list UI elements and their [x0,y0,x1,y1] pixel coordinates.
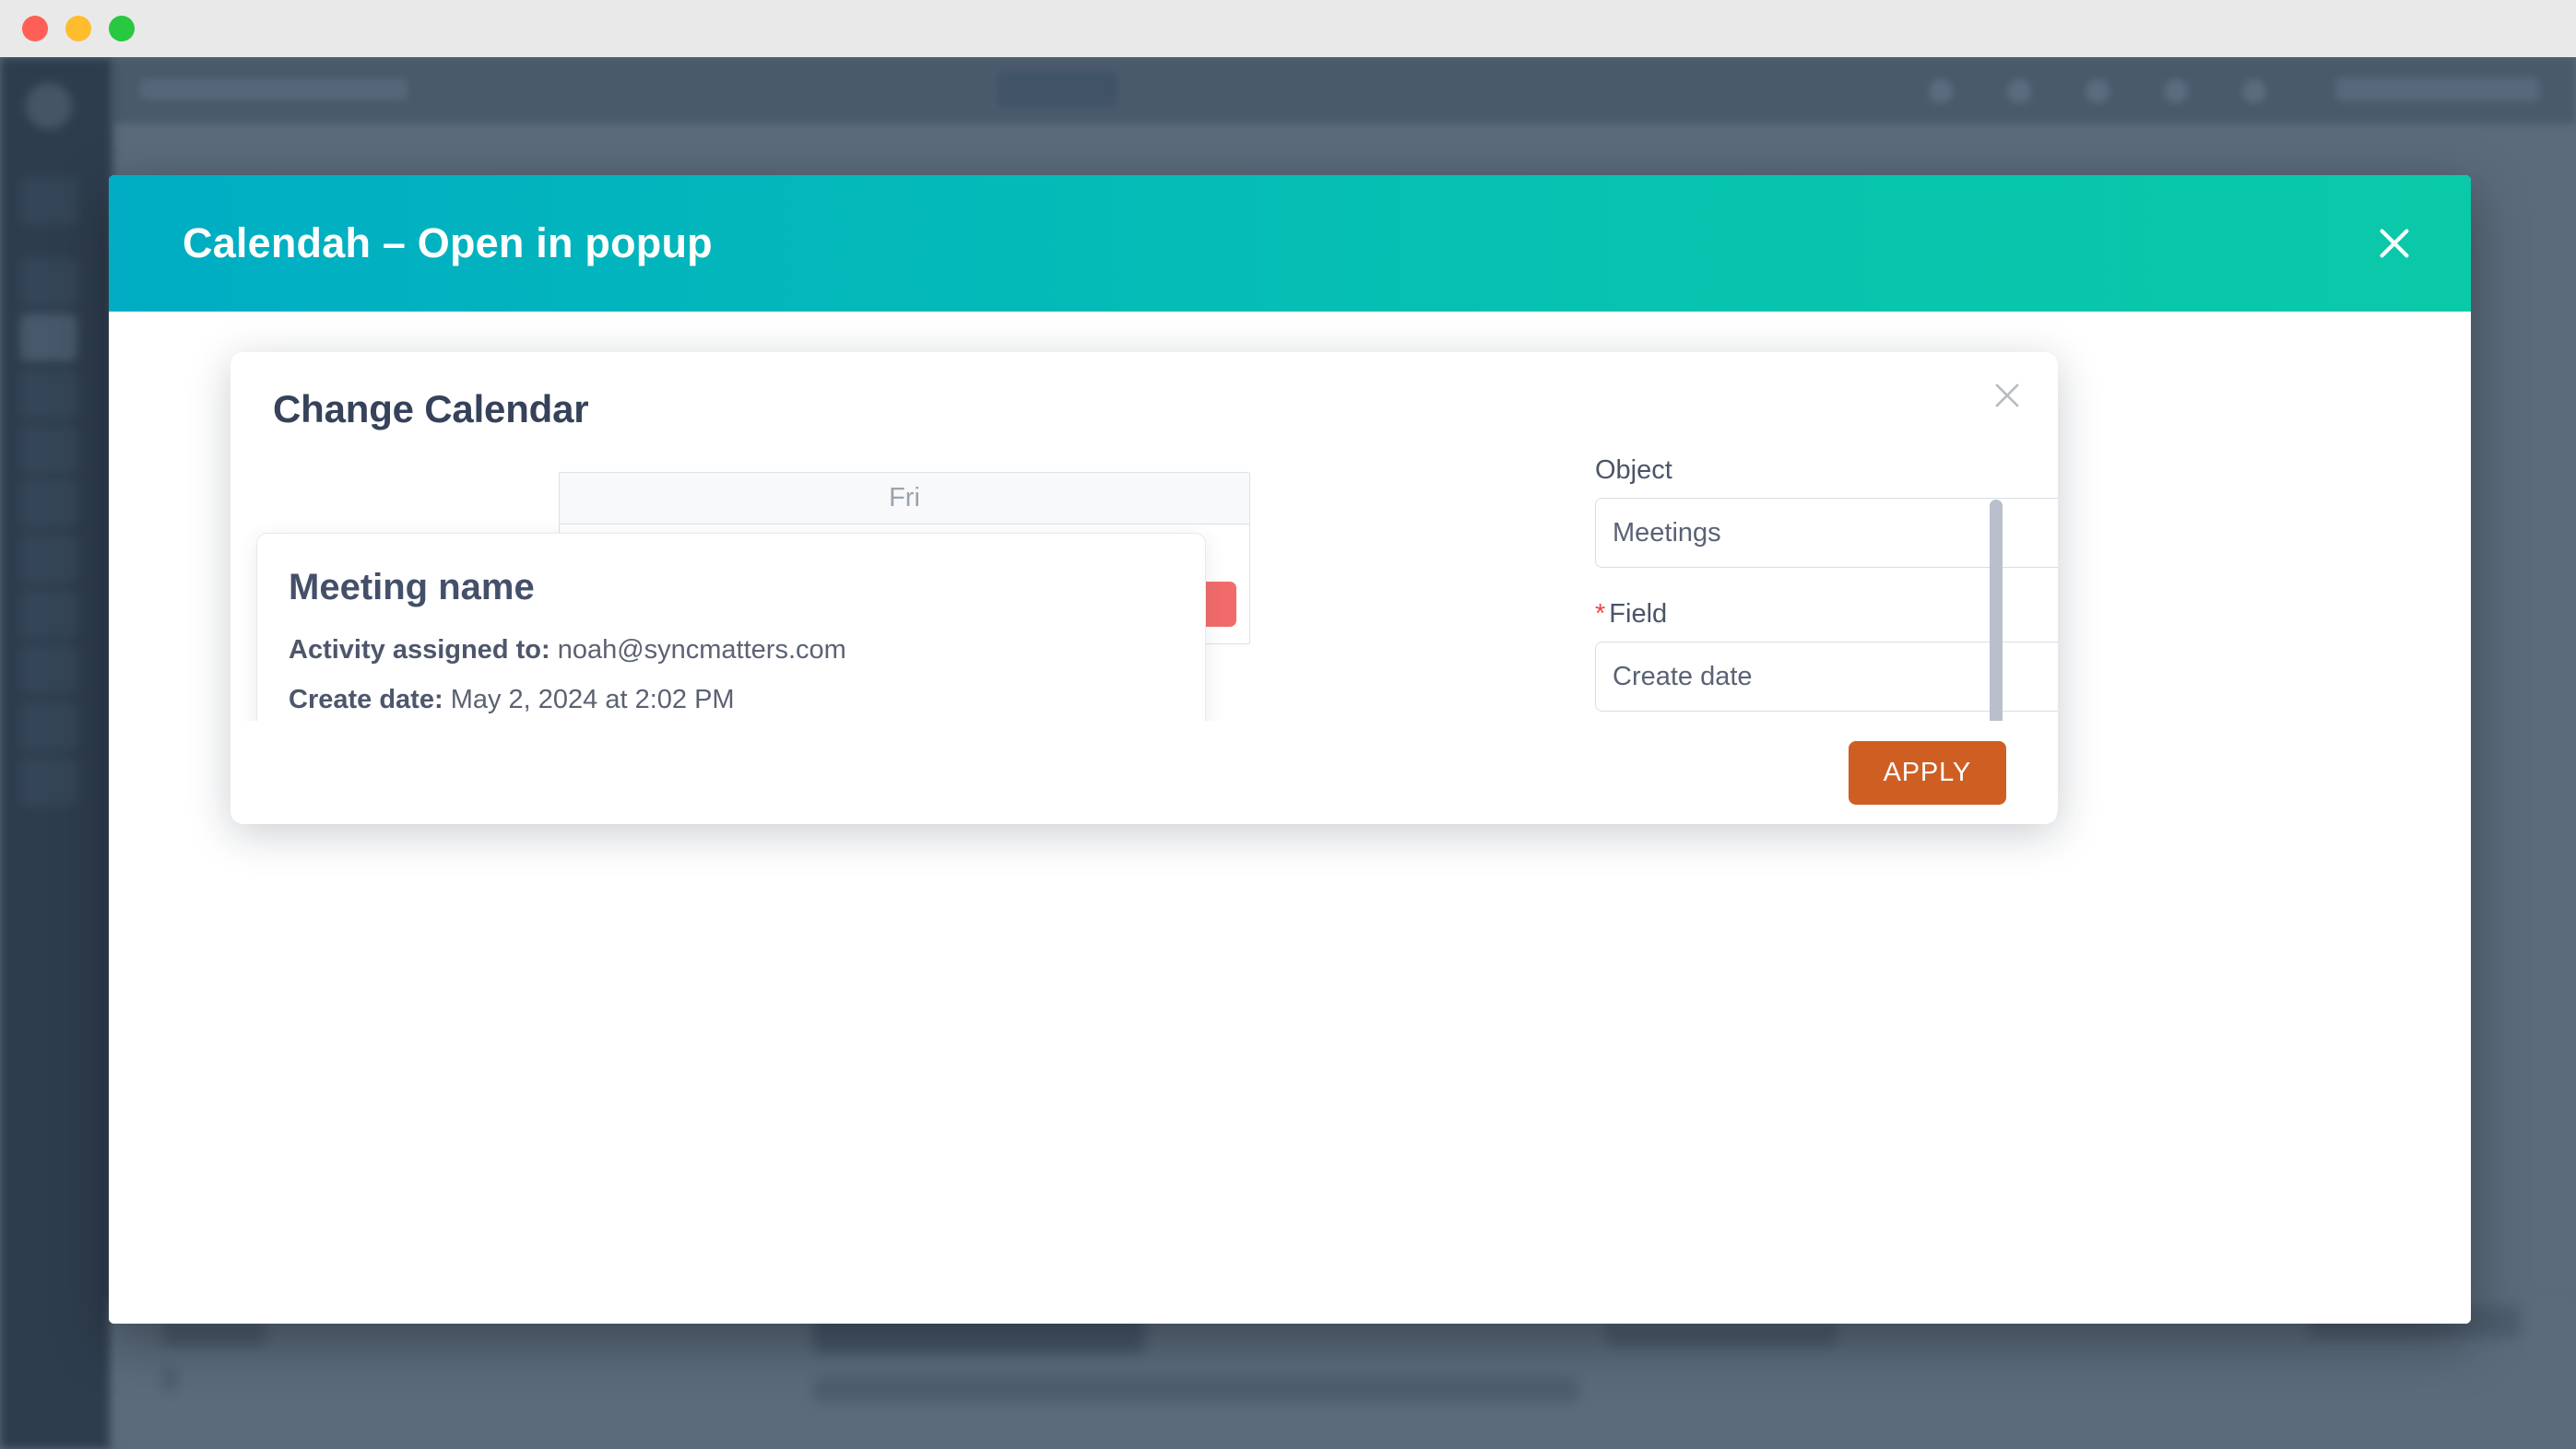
modal-close-button[interactable] [1990,378,2025,413]
field-group-field: * Field Create date [1595,599,2058,712]
sidebar-item-9[interactable] [20,645,77,693]
field-select-value: Create date [1613,661,1753,691]
change-calendar-modal: Change Calendar Fri 5 Meeting: Meeting n… [230,352,2058,824]
detail-row: Create date: May 2, 2024 at 2:02 PM [289,684,1174,716]
field-label-text: Field [1609,599,1668,629]
sidebar-item-10[interactable] [20,702,77,750]
sidebar-item-6[interactable] [20,479,77,527]
modal-footer: APPLY [230,721,2058,824]
detail-row: Activity assigned to: noah@syncmatters.c… [289,634,1174,666]
required-marker: * [1595,599,1606,629]
background-sidebar [0,57,112,1449]
background-topbar-icon-5[interactable] [2242,79,2266,103]
calendah-popup-window: Calendah – Open in popup Change Calendar [109,175,2471,1324]
sidebar-item-8[interactable] [20,590,77,638]
object-select[interactable]: Meetings [1595,498,2058,568]
field-select[interactable]: Create date [1595,642,2058,712]
preview-weekday: Fri [560,473,1249,524]
popup-title: Calendah – Open in popup [183,219,713,266]
popup-close-button[interactable] [2373,222,2416,265]
background-topbar-title [140,79,408,100]
modal-title: Change Calendar [273,387,589,430]
window-zoom-button[interactable] [109,16,135,41]
detail-row-label: Create date: [289,684,443,714]
object-select-value: Meetings [1613,517,1721,548]
background-topbar-icon-1[interactable] [1929,79,1953,103]
os-window: Active Calendars ‹ Sun 7 14 [0,0,2576,1449]
detail-row-value: May 2, 2024 at 2:02 PM [450,684,735,714]
form-scrollbar[interactable] [1990,500,2003,732]
sidebar-item-4[interactable] [20,371,77,418]
sidebar-item-1[interactable] [20,177,77,225]
background-topbar-icon-4[interactable] [2164,79,2188,103]
app-logo [26,83,72,129]
detail-row-value: noah@syncmatters.com [557,635,846,665]
background-topbar-search[interactable] [998,72,1117,107]
sidebar-item-11[interactable] [20,758,77,806]
apply-button[interactable]: APPLY [1848,740,2006,805]
popup-body: Change Calendar Fri 5 Meeting: Meeting n… [109,312,2471,1324]
window-titlebar [0,0,2576,57]
background-topbar-icon-3[interactable] [2086,79,2109,103]
window-minimize-button[interactable] [65,16,91,41]
popup-header: Calendah – Open in popup [109,175,2471,312]
background-topbar [112,57,2576,124]
detail-row-label: Activity assigned to: [289,635,550,665]
background-topbar-icon-2[interactable] [2007,79,2031,103]
sidebar-item-7[interactable] [20,535,77,583]
field-group-object: Object Meetings [1595,455,2058,568]
sidebar-item-5[interactable] [20,426,77,474]
field-label: * Field [1595,599,2058,630]
sidebar-item-2[interactable] [20,258,77,306]
window-close-button[interactable] [22,16,48,41]
background-user-menu[interactable] [2336,77,2539,101]
background-footer [112,1302,2576,1449]
detail-card-title: Meeting name [289,567,535,607]
object-label: Object [1595,455,1672,485]
sidebar-item-3[interactable] [20,313,77,361]
